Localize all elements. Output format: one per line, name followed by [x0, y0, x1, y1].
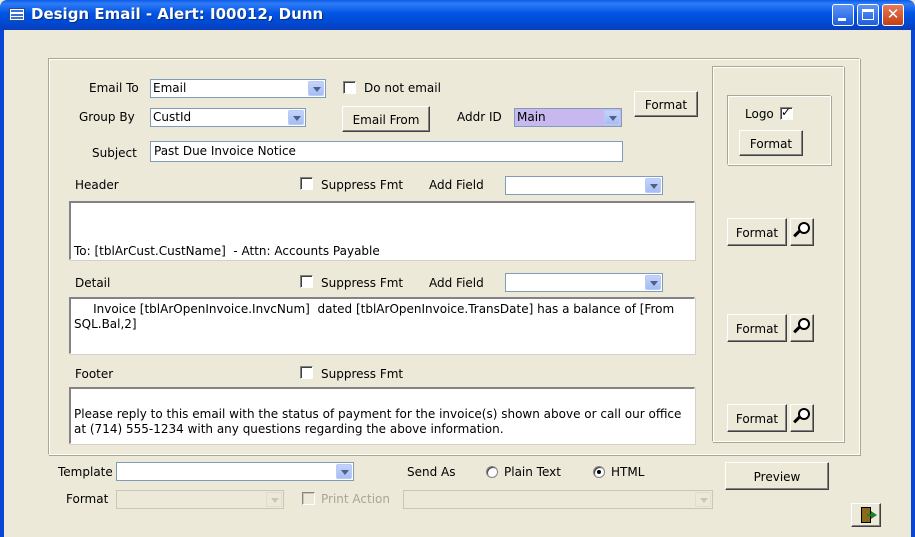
- chevron-down-icon[interactable]: [645, 275, 661, 290]
- send-as-label: Send As: [407, 465, 456, 479]
- template-select[interactable]: [116, 462, 354, 481]
- detail-add-field-select[interactable]: [505, 273, 663, 292]
- footer-body-text: Please reply to this email with the stat…: [74, 407, 686, 436]
- header-body-textarea[interactable]: To: [tblArCust.CustName] - Attn: Account…: [69, 201, 695, 260]
- do-not-email-checkbox[interactable]: [343, 81, 356, 94]
- plain-text-label: Plain Text: [504, 465, 561, 479]
- exit-arrow-icon: [871, 511, 877, 519]
- email-to-value: Email: [153, 81, 187, 95]
- logo-checkbox[interactable]: [780, 105, 793, 120]
- header-add-field-label: Add Field: [429, 178, 484, 192]
- chevron-down-icon[interactable]: [695, 492, 711, 507]
- header-format-button[interactable]: Format: [727, 218, 787, 246]
- header-label: Header: [75, 178, 119, 192]
- detail-body-textarea[interactable]: Invoice [tblArOpenInvoice.InvcNum] dated…: [69, 297, 695, 354]
- magnifier-handle: [793, 415, 801, 424]
- group-by-select[interactable]: CustId: [150, 108, 306, 127]
- email-to-label: Email To: [89, 81, 139, 95]
- subject-label: Subject: [92, 146, 137, 160]
- print-action-select[interactable]: [403, 490, 713, 509]
- group-by-label: Group By: [79, 110, 135, 124]
- addr-id-select[interactable]: Main: [514, 108, 622, 127]
- maximize-button[interactable]: [857, 4, 879, 26]
- email-from-button[interactable]: Email From: [342, 106, 430, 132]
- form-icon[interactable]: [9, 8, 25, 21]
- detail-suppress-fmt-label: Suppress Fmt: [321, 276, 404, 290]
- maximize-icon: [862, 9, 874, 20]
- logo-format-button[interactable]: Format: [739, 130, 803, 156]
- close-button[interactable]: ✕: [882, 4, 904, 26]
- group-by-value: CustId: [153, 110, 192, 124]
- window-border-left: [0, 30, 4, 537]
- detail-label: Detail: [75, 276, 111, 290]
- detail-preview-button[interactable]: [790, 314, 814, 342]
- header-suppress-fmt-label: Suppress Fmt: [321, 178, 404, 192]
- subject-input[interactable]: Past Due Invoice Notice: [150, 141, 623, 162]
- footer-suppress-fmt-checkbox[interactable]: [300, 366, 313, 379]
- print-action-checkbox[interactable]: [302, 492, 315, 505]
- footer-label: Footer: [75, 367, 114, 381]
- subject-value: Past Due Invoice Notice: [154, 144, 296, 158]
- chevron-down-icon[interactable]: [308, 81, 324, 96]
- template-label: Template: [58, 465, 113, 479]
- addr-id-value: Main: [517, 110, 546, 124]
- detail-format-button[interactable]: Format: [727, 314, 787, 342]
- minimize-icon: [838, 18, 846, 21]
- window-title: Design Email - Alert: I00012, Dunn: [31, 5, 324, 23]
- header-body-text: To: [tblArCust.CustName] - Attn: Account…: [74, 244, 380, 258]
- footer-body-textarea[interactable]: Please reply to this email with the stat…: [69, 387, 695, 444]
- email-to-select[interactable]: Email: [150, 79, 326, 98]
- magnifier-handle: [793, 229, 801, 238]
- logo-label: Logo: [745, 107, 774, 121]
- html-radio[interactable]: [593, 466, 605, 478]
- close-icon: ✕: [886, 5, 900, 23]
- footer-format-button[interactable]: Format: [727, 404, 787, 432]
- detail-body-text: Invoice [tblArOpenInvoice.InvcNum] dated…: [74, 302, 678, 331]
- exit-button[interactable]: [851, 503, 881, 527]
- html-label: HTML: [611, 465, 645, 479]
- detail-add-field-label: Add Field: [429, 276, 484, 290]
- chevron-down-icon[interactable]: [645, 178, 661, 193]
- print-action-label: Print Action: [321, 492, 390, 506]
- header-add-field-select[interactable]: [505, 176, 663, 195]
- title-bar: Design Email - Alert: I00012, Dunn ✕: [0, 0, 915, 30]
- minimize-button[interactable]: [832, 4, 854, 26]
- magnifier-handle: [793, 325, 801, 334]
- format-label: Format: [66, 492, 109, 506]
- format-select[interactable]: [116, 490, 284, 509]
- footer-suppress-fmt-label: Suppress Fmt: [321, 367, 404, 381]
- design-email-window: Design Email - Alert: I00012, Dunn ✕ Ema…: [0, 0, 915, 537]
- chevron-down-icon[interactable]: [266, 492, 282, 507]
- footer-preview-button[interactable]: [790, 404, 814, 432]
- detail-suppress-fmt-checkbox[interactable]: [300, 275, 313, 288]
- chevron-down-icon[interactable]: [288, 110, 304, 125]
- chevron-down-icon[interactable]: [604, 110, 620, 125]
- chevron-down-icon[interactable]: [336, 464, 352, 479]
- preview-button[interactable]: Preview: [725, 462, 829, 490]
- window-border-right: [911, 30, 915, 537]
- header-suppress-fmt-checkbox[interactable]: [300, 177, 313, 190]
- do-not-email-label: Do not email: [364, 81, 441, 95]
- plain-text-radio[interactable]: [486, 466, 498, 478]
- recipients-format-button[interactable]: Format: [634, 91, 698, 117]
- addr-id-label: Addr ID: [457, 110, 502, 124]
- header-preview-button[interactable]: [790, 218, 814, 246]
